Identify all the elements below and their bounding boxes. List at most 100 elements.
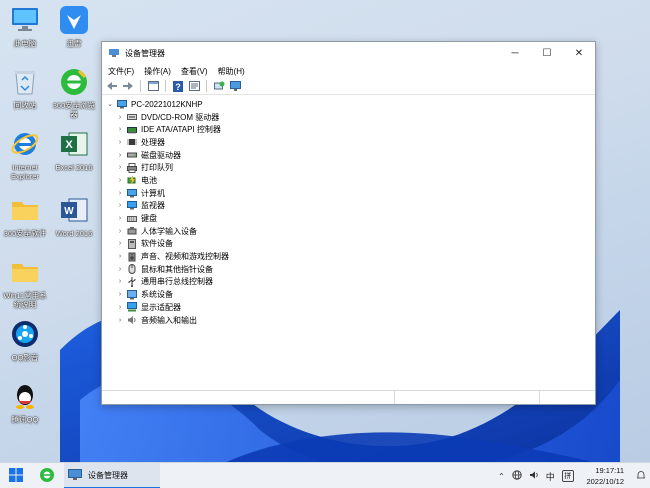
hid-icon (127, 226, 137, 236)
forward-icon[interactable] (121, 79, 135, 93)
device-category-label: 计算机 (141, 188, 165, 198)
chevron-right-icon[interactable]: › (115, 139, 125, 146)
word-icon: W (58, 194, 90, 226)
desktop-icon-ie[interactable]: Internet Explorer (1, 128, 49, 181)
chevron-right-icon[interactable]: › (115, 215, 125, 222)
start-button[interactable] (5, 463, 27, 488)
chevron-right-icon[interactable]: › (115, 152, 125, 159)
svg-text:?: ? (175, 82, 181, 92)
desktop-icon-qq-player[interactable]: QQ影音 (1, 318, 49, 362)
ime-indicator[interactable]: 中 (546, 470, 555, 483)
chevron-down-icon[interactable]: ⌄ (105, 100, 115, 108)
help-icon[interactable]: ? (171, 79, 185, 93)
device-category-row[interactable]: › 音频输入和输出 (102, 314, 595, 327)
desktop-icon-xunlei[interactable]: 迅雷 (50, 4, 98, 48)
device-category-row[interactable]: › 通用串行总线控制器 (102, 276, 595, 289)
minimize-button[interactable]: ─ (499, 42, 531, 64)
clock[interactable]: 19:17:11 2022/10/12 (586, 465, 624, 487)
desktop-icon-qq[interactable]: 腾讯QQ (1, 380, 49, 424)
console-tree-icon[interactable] (146, 79, 160, 93)
device-category-label: 声音、视频和游戏控制器 (141, 252, 229, 262)
printer-icon (127, 162, 137, 173)
clock-date: 2022/10/12 (586, 477, 624, 486)
chevron-right-icon[interactable]: › (115, 266, 125, 273)
chevron-right-icon[interactable]: › (115, 253, 125, 260)
taskbar-device-manager[interactable]: 设备管理器 (64, 463, 160, 488)
ime-mode-icon[interactable]: 拼 (561, 470, 574, 482)
chevron-right-icon[interactable]: › (115, 164, 125, 171)
device-category-row[interactable]: › 鼠标和其他指针设备 (102, 263, 595, 276)
desktop-icon-win11-guide[interactable]: Win11常用系统说明 (1, 256, 49, 309)
toolbar-divider (165, 80, 166, 92)
title-bar[interactable]: 设备管理器 ─ ☐ ✕ (102, 42, 595, 64)
device-category-row[interactable]: › IDE ATA/ATAPI 控制器 (102, 123, 595, 136)
device-category-row[interactable]: › 键盘 (102, 212, 595, 225)
disk-drive-icon (127, 150, 137, 160)
desktop-icon-this-pc[interactable]: 此电脑 (1, 4, 49, 48)
chevron-right-icon[interactable]: › (115, 228, 125, 235)
desktop-icon-recycle-bin[interactable]: 回收站 (1, 66, 49, 110)
chevron-right-icon[interactable]: › (115, 317, 125, 324)
back-icon[interactable] (105, 79, 119, 93)
network-icon[interactable] (512, 470, 522, 482)
notification-button[interactable] (634, 463, 648, 488)
tree-root[interactable]: ⌄ PC-20221012KNHP (102, 98, 595, 111)
device-manager-icon (68, 469, 82, 481)
menu-action[interactable]: 操作(A) (144, 66, 171, 77)
recycle-bin-icon (9, 66, 41, 98)
properties-icon[interactable] (187, 79, 201, 93)
device-category-row[interactable]: › 计算机 (102, 187, 595, 200)
computer-icon (127, 188, 137, 198)
excel-icon: X (58, 128, 90, 160)
device-category-row[interactable]: › 声音、视频和游戏控制器 (102, 250, 595, 263)
device-category-label: 监视器 (141, 201, 165, 211)
device-category-row[interactable]: › 人体学输入设备 (102, 225, 595, 238)
menu-file[interactable]: 文件(F) (108, 66, 134, 77)
device-manager-window[interactable]: 设备管理器 ─ ☐ ✕ 文件(F) 操作(A) 查看(V) 帮助(H) ? ⌄ … (101, 41, 596, 405)
toolbar-divider (206, 80, 207, 92)
chevron-right-icon[interactable]: › (115, 202, 125, 209)
desktop-icon-word[interactable]: W Word 2016 (50, 194, 98, 238)
taskbar-app-label: 设备管理器 (88, 470, 128, 480)
taskbar-360-browser[interactable] (36, 463, 58, 488)
device-category-label: 磁盘驱动器 (141, 150, 181, 160)
scan-hardware-icon[interactable] (212, 79, 226, 93)
windows-logo-icon (9, 468, 23, 484)
chevron-right-icon[interactable]: › (115, 114, 125, 121)
status-pane (102, 391, 395, 404)
folder-icon (9, 194, 41, 226)
chevron-up-icon[interactable]: ⌃ (498, 472, 505, 481)
chevron-right-icon[interactable]: › (115, 291, 125, 298)
processor-icon (127, 137, 137, 147)
desktop-icon-excel[interactable]: X Excel 2016 (50, 128, 98, 172)
device-category-row[interactable]: › 软件设备 (102, 238, 595, 251)
chevron-right-icon[interactable]: › (115, 190, 125, 197)
window-title: 设备管理器 (125, 48, 165, 58)
maximize-button[interactable]: ☐ (531, 42, 563, 64)
close-button[interactable]: ✕ (563, 42, 595, 64)
browser-360-icon (39, 467, 55, 485)
device-list: › DVD/CD-ROM 驱动器 › IDE ATA/ATAPI 控制器 › 处理器 › 磁盘… (102, 111, 595, 327)
chevron-right-icon[interactable]: › (115, 126, 125, 133)
volume-icon[interactable] (529, 470, 539, 482)
svg-text:W: W (64, 206, 74, 217)
device-category-row[interactable]: › 处理器 (102, 136, 595, 149)
device-category-label: IDE ATA/ATAPI 控制器 (141, 125, 221, 135)
ide-controller-icon (127, 125, 137, 135)
menu-view[interactable]: 查看(V) (181, 66, 208, 77)
desktop-icon-360-browser[interactable]: 360安全浏览器 (50, 66, 98, 119)
device-category-row[interactable]: › 监视器 (102, 200, 595, 213)
chevron-right-icon[interactable]: › (115, 240, 125, 247)
chevron-right-icon[interactable]: › (115, 304, 125, 311)
device-category-row[interactable]: › 磁盘驱动器 (102, 149, 595, 162)
monitor-icon[interactable] (228, 79, 242, 93)
device-category-row[interactable]: › 显示适配器 (102, 301, 595, 314)
device-category-row[interactable]: › DVD/CD-ROM 驱动器 (102, 111, 595, 124)
chevron-right-icon[interactable]: › (115, 177, 125, 184)
device-category-row[interactable]: › 系统设备 (102, 288, 595, 301)
device-category-row[interactable]: › 电池 (102, 174, 595, 187)
device-category-row[interactable]: › 打印队列 (102, 161, 595, 174)
menu-help[interactable]: 帮助(H) (218, 66, 245, 77)
chevron-right-icon[interactable]: › (115, 278, 125, 285)
desktop-icon-360-software[interactable]: 360安全软件 (1, 194, 49, 238)
